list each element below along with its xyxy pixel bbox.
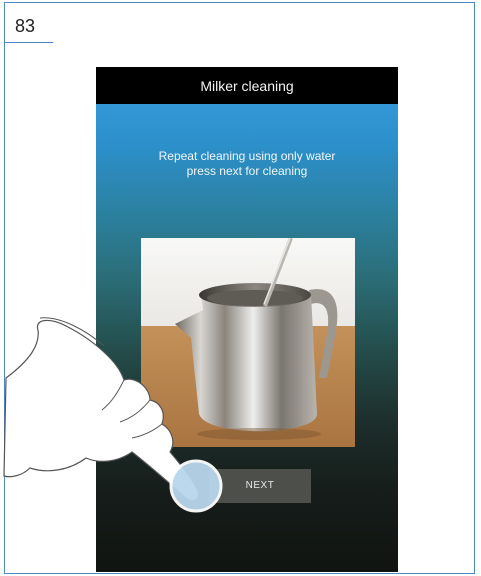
page-number-box: 83 (5, 4, 53, 43)
instruction-line-2: press next for cleaning (186, 164, 308, 178)
next-button[interactable]: NEXT (209, 469, 311, 503)
instruction-line-1: Repeat cleaning using only water (158, 149, 336, 163)
screen-title: Milker cleaning (200, 78, 294, 94)
milk-jug-image (141, 238, 355, 447)
milk-jug-photo (141, 238, 355, 447)
phone-screen: Milker cleaning Repeat cleaning using on… (96, 67, 398, 572)
page-number: 83 (15, 16, 36, 36)
instruction-text: Repeat cleaning using only water press n… (116, 149, 378, 179)
title-bar: Milker cleaning (96, 67, 398, 104)
